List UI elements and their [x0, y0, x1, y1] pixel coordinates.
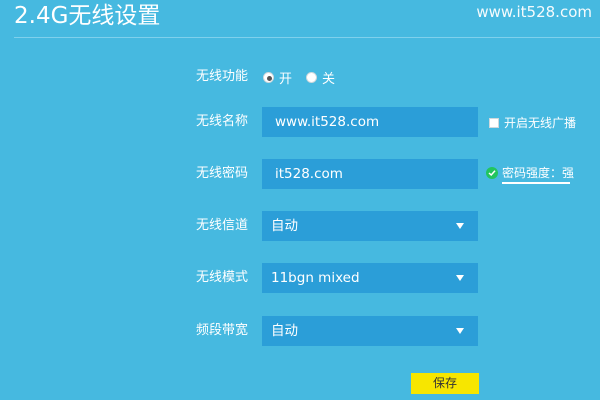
chevron-down-icon[interactable]: [456, 328, 464, 334]
wireless-mode-select[interactable]: 11bgn mixed: [262, 263, 478, 293]
watermark: www.it528.com: [476, 3, 592, 21]
password-strength: 密码强度：强: [486, 164, 574, 181]
broadcast-checkbox-row[interactable]: 开启无线广播: [489, 114, 576, 131]
wireless-password-input[interactable]: it528.com: [262, 159, 478, 189]
wireless-name-input[interactable]: www.it528.com: [262, 107, 478, 137]
title-divider: [14, 37, 600, 38]
bandwidth-label: 频段带宽: [196, 323, 249, 338]
wireless-name-label: 无线名称: [196, 114, 249, 129]
wireless-on-radio[interactable]: 开: [263, 68, 292, 87]
wireless-function-radio-group: 开 关: [263, 68, 349, 87]
page-title: 2.4G无线设置: [14, 3, 161, 29]
bandwidth-value: 自动: [271, 323, 298, 339]
wireless-on-label: 开: [279, 71, 293, 87]
password-strength-text: 密码强度：强: [502, 166, 575, 180]
broadcast-label: 开启无线广播: [504, 116, 577, 130]
save-button[interactable]: 保存: [411, 373, 479, 394]
radio-unchecked-icon[interactable]: [306, 71, 318, 83]
radio-checked-icon[interactable]: [263, 71, 274, 83]
wireless-off-label: 关: [322, 71, 336, 87]
check-icon: [486, 166, 498, 179]
wireless-mode-value: 11bgn mixed: [271, 270, 360, 286]
wireless-channel-select[interactable]: 自动: [262, 211, 478, 241]
wireless-off-radio[interactable]: 关: [306, 68, 335, 87]
wireless-channel-label: 无线信道: [196, 218, 249, 233]
wireless-function-label: 无线功能: [196, 69, 249, 84]
chevron-down-icon[interactable]: [456, 223, 464, 229]
broadcast-checkbox[interactable]: [489, 117, 499, 128]
wireless-channel-value: 自动: [271, 218, 298, 234]
chevron-down-icon[interactable]: [456, 275, 464, 281]
wireless-mode-label: 无线模式: [196, 270, 249, 285]
wireless-password-label: 无线密码: [196, 166, 249, 181]
bandwidth-select[interactable]: 自动: [262, 316, 478, 346]
password-strength-bar: [502, 182, 570, 184]
